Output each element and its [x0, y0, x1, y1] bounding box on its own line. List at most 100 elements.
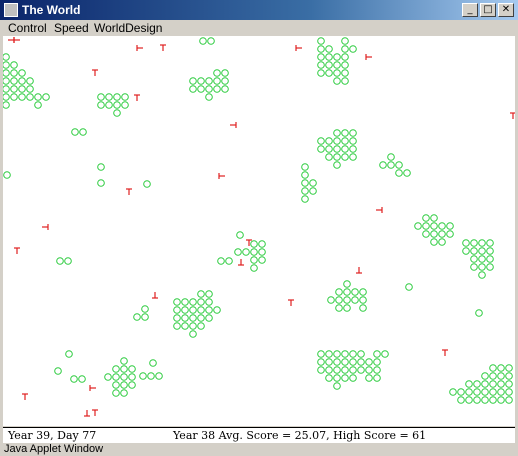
- creature-icon: [317, 37, 325, 45]
- predator-icon: [238, 259, 244, 266]
- creature-icon: [489, 396, 497, 404]
- maximize-button[interactable]: □: [480, 3, 496, 17]
- creature-icon: [359, 288, 367, 296]
- creature-icon: [26, 85, 34, 93]
- creature-icon: [349, 358, 357, 366]
- creature-icon: [505, 372, 513, 380]
- creature-icon: [181, 298, 189, 306]
- creature-icon: [325, 53, 333, 61]
- menu-control[interactable]: Control: [8, 20, 47, 36]
- creature-icon: [173, 314, 181, 322]
- status-date: Year 39, Day 77: [8, 429, 97, 442]
- creature-icon: [3, 85, 10, 93]
- creature-icon: [54, 367, 62, 375]
- creature-icon: [141, 305, 149, 313]
- creature-icon: [97, 179, 105, 187]
- creature-icon: [317, 358, 325, 366]
- creature-icon: [10, 61, 18, 69]
- world-svg[interactable]: [3, 36, 515, 426]
- creature-icon: [242, 248, 250, 256]
- creature-icon: [189, 314, 197, 322]
- creature-icon: [10, 85, 18, 93]
- creature-icon: [333, 374, 341, 382]
- creature-icon: [343, 280, 351, 288]
- creature-icon: [351, 288, 359, 296]
- creature-icon: [205, 85, 213, 93]
- creature-icon: [10, 77, 18, 85]
- creature-icon: [56, 257, 64, 265]
- creature-icon: [26, 93, 34, 101]
- creature-icon: [149, 359, 157, 367]
- minimize-button[interactable]: _: [462, 3, 478, 17]
- creature-icon: [325, 358, 333, 366]
- creature-icon: [395, 169, 403, 177]
- creature-icon: [351, 296, 359, 304]
- predator-icon: [92, 69, 98, 76]
- creature-icon: [359, 296, 367, 304]
- creature-icon: [221, 69, 229, 77]
- creature-icon: [505, 388, 513, 396]
- menu-speed[interactable]: Speed: [54, 20, 89, 36]
- creature-icon: [213, 306, 221, 314]
- creature-icon: [341, 374, 349, 382]
- creature-icon: [317, 69, 325, 77]
- creature-icon: [497, 372, 505, 380]
- creature-icon: [349, 137, 357, 145]
- creature-icon: [112, 389, 120, 397]
- creature-icon: [71, 128, 79, 136]
- creature-icon: [197, 85, 205, 93]
- creature-icon: [335, 296, 343, 304]
- creature-icon: [213, 85, 221, 93]
- title-bar[interactable]: The World _ □ ✕: [0, 0, 518, 20]
- creature-icon: [333, 137, 341, 145]
- creature-icon: [473, 396, 481, 404]
- app-window: The World _ □ ✕ Control Speed WorldDesig…: [0, 0, 518, 456]
- creature-icon: [236, 231, 244, 239]
- creature-icon: [357, 358, 365, 366]
- creature-icon: [97, 101, 105, 109]
- creature-icon: [197, 314, 205, 322]
- creature-icon: [481, 380, 489, 388]
- creature-icon: [470, 255, 478, 263]
- world-canvas[interactable]: [3, 36, 515, 426]
- creature-icon: [181, 306, 189, 314]
- close-button[interactable]: ✕: [498, 3, 514, 17]
- creature-icon: [349, 129, 357, 137]
- creature-icon: [462, 239, 470, 247]
- creature-icon: [34, 93, 42, 101]
- creature-icon: [333, 61, 341, 69]
- creature-icon: [3, 53, 10, 61]
- creature-icon: [343, 288, 351, 296]
- creature-icon: [258, 256, 266, 264]
- creature-icon: [70, 375, 78, 383]
- creature-icon: [205, 314, 213, 322]
- creature-icon: [333, 145, 341, 153]
- creature-icon: [79, 128, 87, 136]
- creature-icon: [470, 247, 478, 255]
- creature-icon: [3, 93, 10, 101]
- creature-icon: [505, 380, 513, 388]
- creature-icon: [333, 53, 341, 61]
- creature-icon: [341, 129, 349, 137]
- creature-icon: [112, 381, 120, 389]
- creature-icon: [258, 248, 266, 256]
- creature-icon: [205, 77, 213, 85]
- creature-icon: [147, 372, 155, 380]
- creature-icon: [26, 77, 34, 85]
- predator-icon: [14, 247, 20, 254]
- menu-worlddesign[interactable]: WorldDesign: [94, 20, 162, 36]
- creature-icon: [317, 53, 325, 61]
- creature-icon: [341, 69, 349, 77]
- creature-icon: [317, 366, 325, 374]
- status-bar: Year 39, Day 77 Year 38 Avg. Score = 25.…: [3, 427, 515, 444]
- creature-icon: [301, 163, 309, 171]
- creature-icon: [430, 230, 438, 238]
- creature-icon: [3, 61, 10, 69]
- creature-icon: [438, 222, 446, 230]
- creature-icon: [357, 366, 365, 374]
- creature-icon: [489, 372, 497, 380]
- creature-icon: [381, 350, 389, 358]
- creature-icon: [225, 257, 233, 265]
- creature-icon: [197, 298, 205, 306]
- creature-icon: [333, 382, 341, 390]
